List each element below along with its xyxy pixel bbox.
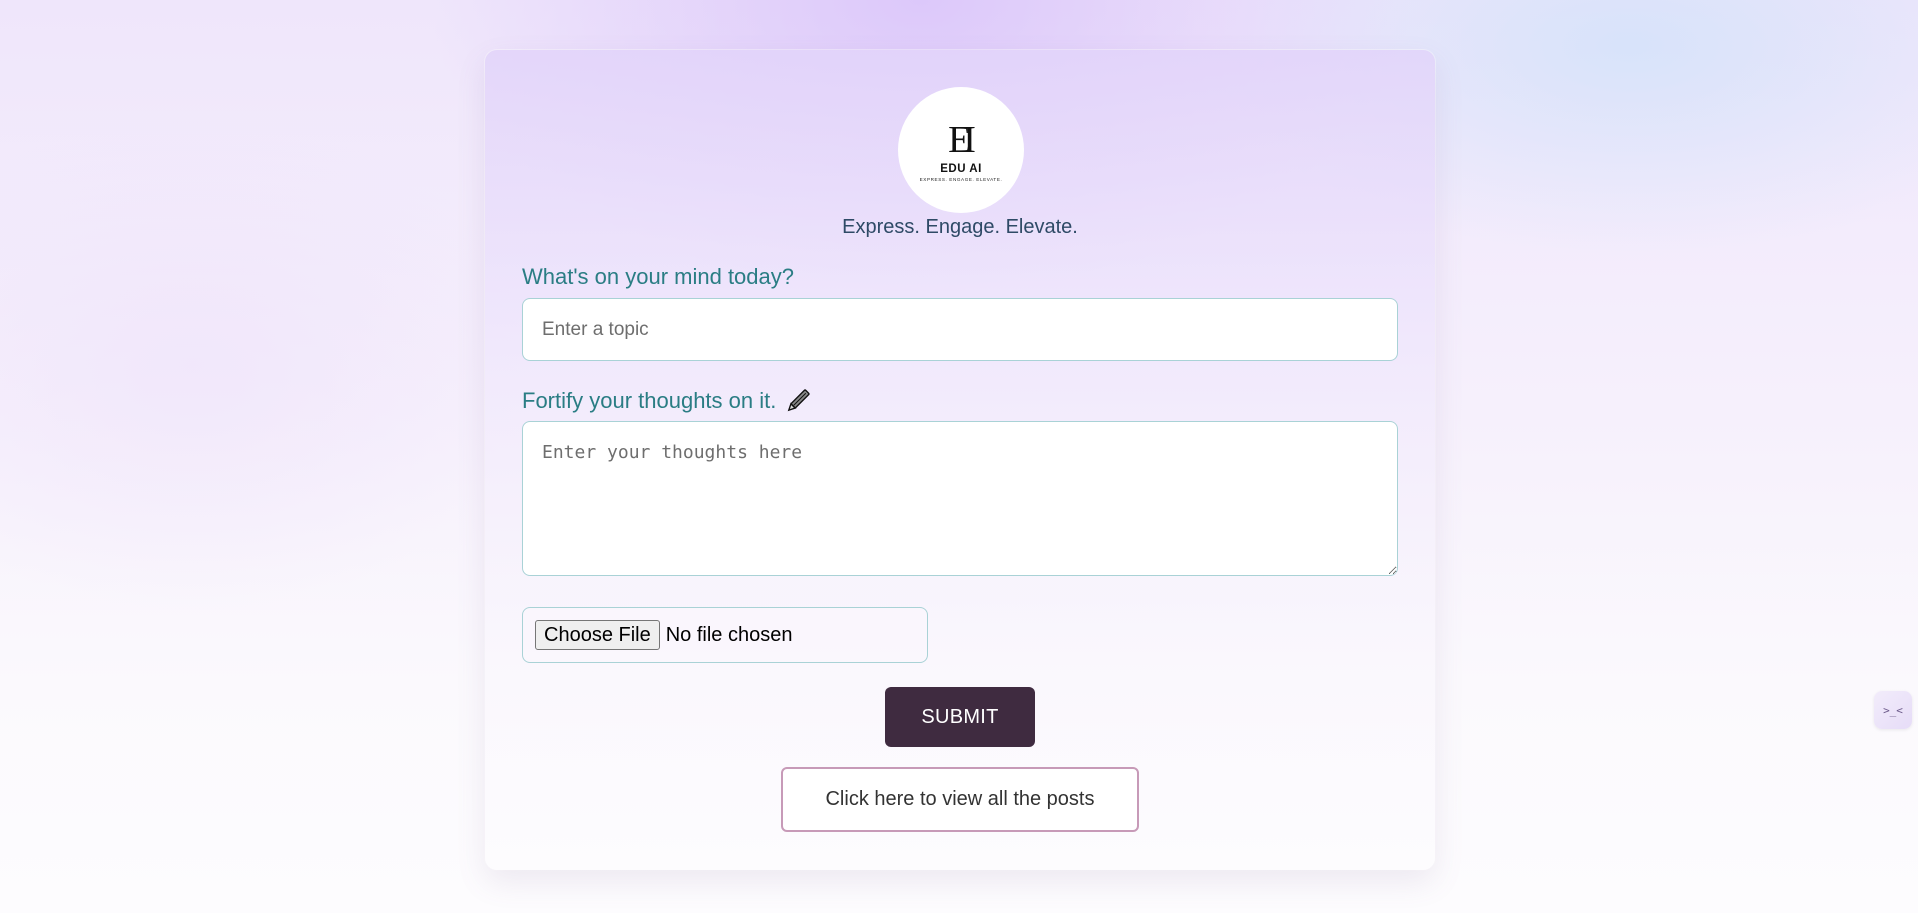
choose-file-button[interactable]: Choose File (535, 620, 660, 650)
logo-name: EDU AI (940, 162, 982, 175)
tagline: Express. Engage. Elevate. (842, 216, 1078, 238)
file-status: No file chosen (665, 623, 793, 646)
edu-ai-logo: EI EDU AI EXPRESS. ENGAGE. ELEVATE. (898, 87, 1024, 213)
file-upload[interactable]: Choose File No file chosen (522, 607, 928, 663)
topic-input[interactable] (522, 298, 1398, 361)
post-form-card: EI EDU AI EXPRESS. ENGAGE. ELEVATE. Expr… (485, 50, 1435, 870)
logo-mark: EI (948, 118, 976, 161)
pencil-icon (784, 387, 812, 415)
topic-label: What's on your mind today? (522, 264, 795, 289)
thoughts-textarea[interactable] (522, 421, 1398, 576)
submit-button[interactable]: SUBMIT (885, 687, 1035, 747)
extension-icon[interactable]: >_< (1874, 691, 1912, 729)
extension-glyph: >_< (1883, 703, 1903, 717)
logo-subtitle: EXPRESS. ENGAGE. ELEVATE. (919, 176, 1003, 182)
view-posts-button[interactable]: Click here to view all the posts (781, 767, 1139, 832)
thoughts-label-row: Fortify your thoughts on it. (522, 387, 812, 415)
thoughts-label: Fortify your thoughts on it. (522, 388, 777, 413)
